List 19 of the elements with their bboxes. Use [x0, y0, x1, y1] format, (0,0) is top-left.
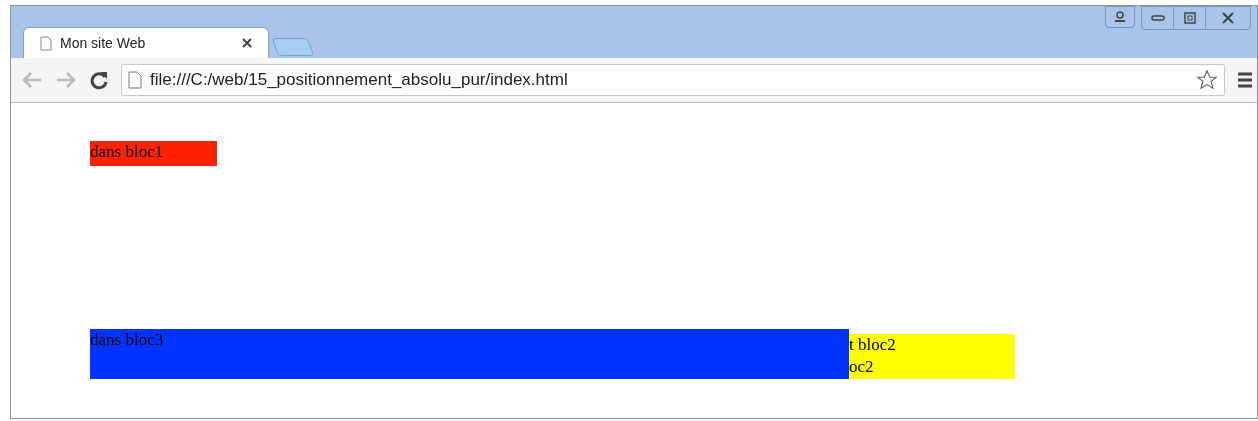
block-text: dans bloc3: [90, 329, 164, 351]
close-icon[interactable]: [242, 38, 252, 48]
profile-button[interactable]: [1105, 6, 1135, 28]
block-text: oc2: [849, 356, 874, 378]
block-text: dans bloc1: [90, 141, 164, 163]
url-text: file:///C:/web/15_positionnement_absolu_pur/index.html: [150, 69, 569, 92]
page-icon: [128, 71, 142, 89]
reload-icon[interactable]: [89, 70, 109, 90]
tab-title: Mon site Web: [60, 33, 147, 53]
block-text: t bloc2: [849, 334, 896, 356]
close-icon: [1221, 12, 1235, 24]
person-icon: [1114, 11, 1126, 23]
address-bar[interactable]: file:///C:/web/15_positionnement_absolu_pur/index.html: [121, 64, 1225, 96]
menu-icon[interactable]: [1237, 71, 1253, 89]
page-icon: [40, 35, 52, 51]
minimize-icon: [1150, 15, 1165, 21]
browser-tab[interactable]: Mon site Web: [23, 27, 269, 58]
star-icon[interactable]: [1196, 69, 1218, 91]
maximize-icon: [1183, 12, 1196, 24]
